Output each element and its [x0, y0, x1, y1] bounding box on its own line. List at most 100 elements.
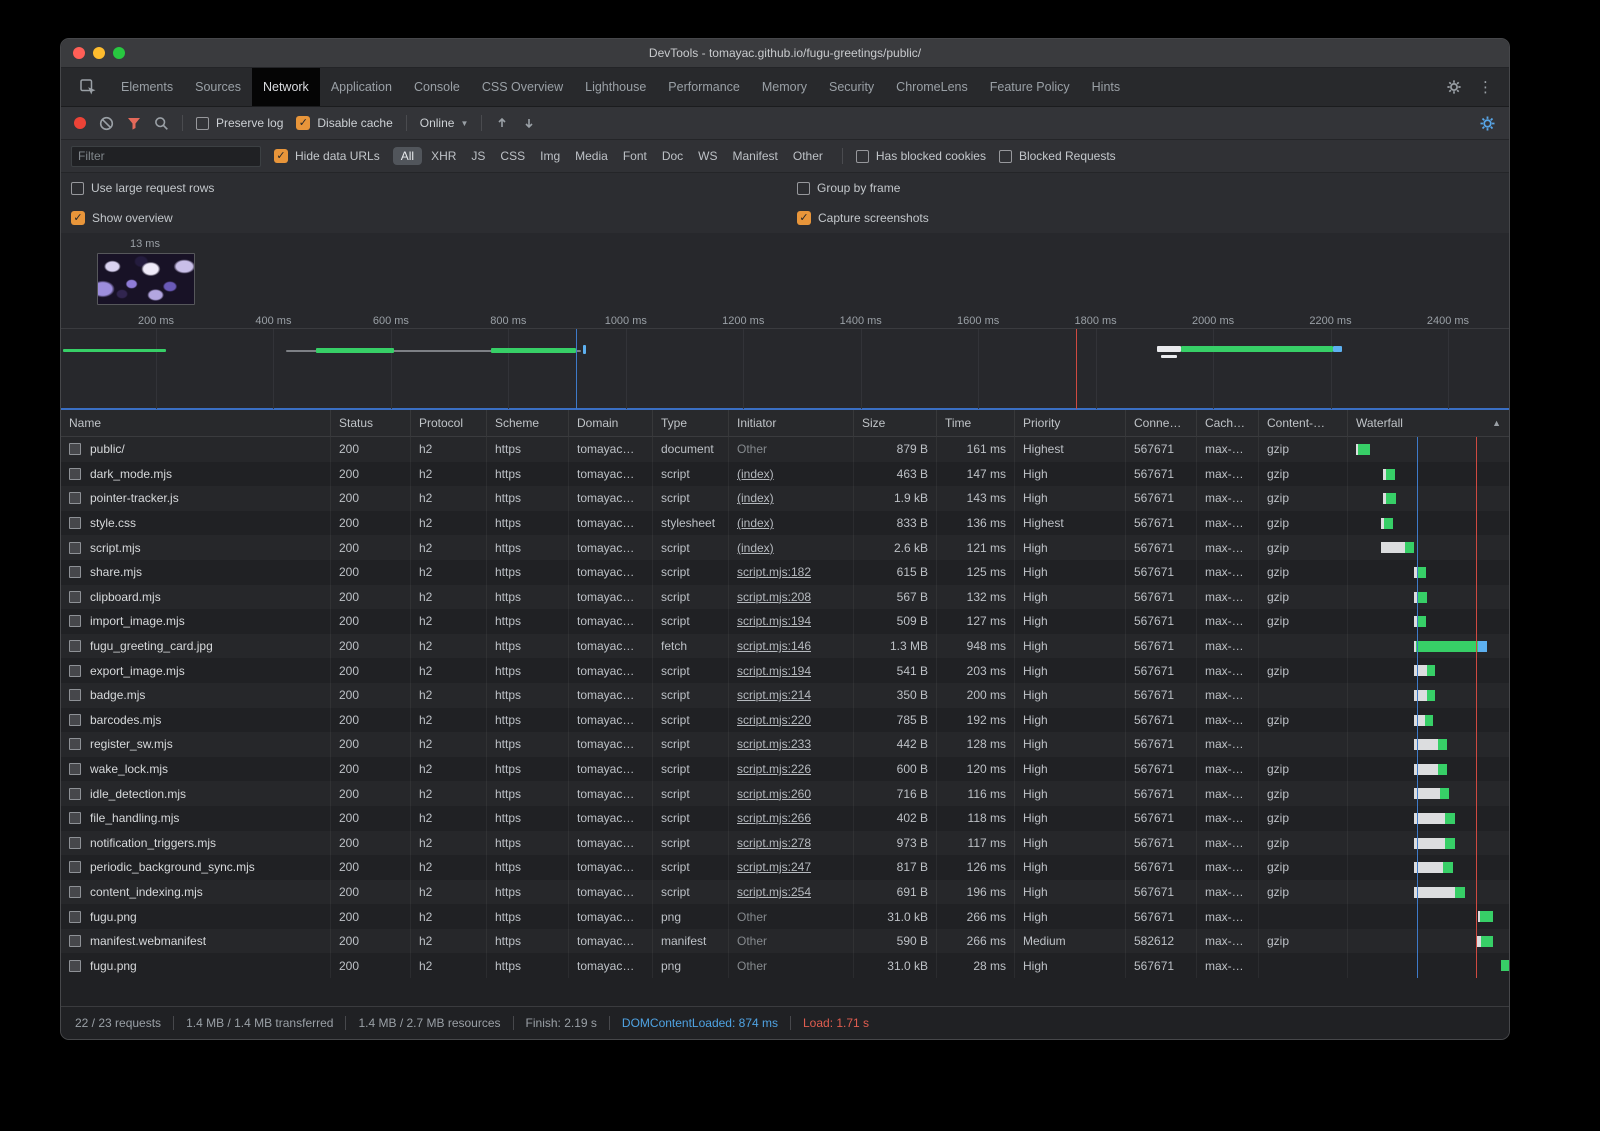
tab-hints[interactable]: Hints [1081, 68, 1131, 106]
tab-performance[interactable]: Performance [657, 68, 751, 106]
column-header-wf[interactable]: Waterfall▲ [1348, 410, 1509, 437]
table-row[interactable]: barcodes.mjs200h2httpstomayac…scriptscri… [61, 708, 1509, 733]
table-row[interactable]: notification_triggers.mjs200h2httpstomay… [61, 831, 1509, 856]
initiator-link[interactable]: script.mjs:247 [737, 860, 811, 874]
table-row[interactable]: badge.mjs200h2httpstomayac…scriptscript.… [61, 683, 1509, 708]
table-row[interactable]: export_image.mjs200h2httpstomayac…script… [61, 658, 1509, 683]
type-filter-js[interactable]: JS [465, 147, 491, 165]
filter-toggle-icon[interactable] [127, 117, 141, 130]
timeline-overview[interactable]: 200 ms400 ms600 ms800 ms1000 ms1200 ms14… [61, 311, 1509, 408]
table-row[interactable]: import_image.mjs200h2httpstomayac…script… [61, 609, 1509, 634]
column-header-scheme[interactable]: Scheme [487, 410, 569, 437]
tab-elements[interactable]: Elements [110, 68, 184, 106]
column-header-domain[interactable]: Domain [569, 410, 653, 437]
timeline-band[interactable] [61, 328, 1509, 409]
tab-application[interactable]: Application [320, 68, 403, 106]
type-filter-css[interactable]: CSS [494, 147, 531, 165]
table-row[interactable]: dark_mode.mjs200h2httpstomayac…script(in… [61, 462, 1509, 487]
has-blocked-cookies-checkbox[interactable]: Has blocked cookies [856, 149, 986, 163]
initiator-link[interactable]: script.mjs:278 [737, 836, 811, 850]
column-header-conn[interactable]: Conne… [1126, 410, 1197, 437]
column-header-prio[interactable]: Priority [1015, 410, 1126, 437]
initiator-link[interactable]: (index) [737, 541, 774, 555]
table-row[interactable]: wake_lock.mjs200h2httpstomayac…scriptscr… [61, 757, 1509, 782]
type-filter-doc[interactable]: Doc [656, 147, 689, 165]
initiator-link[interactable]: (index) [737, 491, 774, 505]
type-filter-manifest[interactable]: Manifest [727, 147, 784, 165]
type-filter-font[interactable]: Font [617, 147, 653, 165]
table-row[interactable]: script.mjs200h2httpstomayac…script(index… [61, 535, 1509, 560]
initiator-link[interactable]: script.mjs:226 [737, 762, 811, 776]
initiator-link[interactable]: script.mjs:254 [737, 885, 811, 899]
search-icon[interactable] [154, 116, 169, 131]
network-settings-gear-icon[interactable] [1479, 115, 1496, 132]
initiator-link[interactable]: script.mjs:182 [737, 565, 811, 579]
hide-data-urls-checkbox[interactable]: ✓ Hide data URLs [274, 149, 380, 163]
initiator-link[interactable]: script.mjs:194 [737, 664, 811, 678]
initiator-link[interactable]: (index) [737, 467, 774, 481]
disable-cache-checkbox[interactable]: ✓ Disable cache [296, 116, 392, 130]
initiator-link[interactable]: script.mjs:146 [737, 639, 811, 653]
record-network-log-button[interactable] [74, 117, 86, 129]
import-har-icon[interactable] [495, 116, 509, 130]
show-overview-checkbox[interactable]: ✓ Show overview [71, 211, 797, 225]
table-row[interactable]: public/200h2httpstomayac…documentOther87… [61, 437, 1509, 462]
minimize-window-button[interactable] [93, 47, 105, 59]
table-row[interactable]: fugu.png200h2httpstomayac…pngOther31.0 k… [61, 904, 1509, 929]
initiator-link[interactable]: script.mjs:266 [737, 811, 811, 825]
table-row[interactable]: clipboard.mjs200h2httpstomayac…scriptscr… [61, 585, 1509, 610]
column-header-size[interactable]: Size [854, 410, 937, 437]
tab-css-overview[interactable]: CSS Overview [471, 68, 574, 106]
tab-feature-policy[interactable]: Feature Policy [979, 68, 1081, 106]
initiator-link[interactable]: script.mjs:220 [737, 713, 811, 727]
table-row[interactable]: periodic_background_sync.mjs200h2httpsto… [61, 855, 1509, 880]
type-filter-media[interactable]: Media [569, 147, 614, 165]
preserve-log-checkbox[interactable]: Preserve log [196, 116, 283, 130]
sort-ascending-icon[interactable]: ▲ [1492, 418, 1501, 428]
more-options-icon[interactable]: ⋮ [1478, 78, 1493, 96]
table-row[interactable]: manifest.webmanifest200h2httpstomayac…ma… [61, 929, 1509, 954]
table-row[interactable]: style.css200h2httpstomayac…stylesheet(in… [61, 511, 1509, 536]
table-row[interactable]: file_handling.mjs200h2httpstomayac…scrip… [61, 806, 1509, 831]
throttling-select[interactable]: Online ▼ [420, 116, 469, 130]
type-filter-ws[interactable]: WS [692, 147, 723, 165]
table-row[interactable]: fugu.png200h2httpstomayac…pngOther31.0 k… [61, 953, 1509, 978]
screenshot-thumbnail[interactable] [97, 253, 195, 305]
column-header-type[interactable]: Type [653, 410, 729, 437]
export-har-icon[interactable] [522, 116, 536, 130]
column-header-content[interactable]: Content-… [1259, 410, 1348, 437]
group-by-frame-checkbox[interactable]: Group by frame [797, 181, 1509, 195]
tab-memory[interactable]: Memory [751, 68, 818, 106]
tab-chromelens[interactable]: ChromeLens [885, 68, 979, 106]
initiator-link[interactable]: script.mjs:260 [737, 787, 811, 801]
column-header-name[interactable]: Name [61, 410, 331, 437]
column-header-cache[interactable]: Cach… [1197, 410, 1259, 437]
column-header-status[interactable]: Status [331, 410, 411, 437]
table-row[interactable]: share.mjs200h2httpstomayac…scriptscript.… [61, 560, 1509, 585]
tab-lighthouse[interactable]: Lighthouse [574, 68, 657, 106]
table-row[interactable]: content_indexing.mjs200h2httpstomayac…sc… [61, 880, 1509, 905]
initiator-link[interactable]: script.mjs:214 [737, 688, 811, 702]
capture-screenshots-checkbox[interactable]: ✓ Capture screenshots [797, 211, 1509, 225]
table-row[interactable]: fugu_greeting_card.jpg200h2httpstomayac…… [61, 634, 1509, 659]
zoom-window-button[interactable] [113, 47, 125, 59]
tab-security[interactable]: Security [818, 68, 885, 106]
settings-gear-icon[interactable] [1446, 79, 1462, 95]
column-header-time[interactable]: Time [937, 410, 1015, 437]
table-row[interactable]: idle_detection.mjs200h2httpstomayac…scri… [61, 781, 1509, 806]
initiator-link[interactable]: script.mjs:233 [737, 737, 811, 751]
use-large-request-rows-checkbox[interactable]: Use large request rows [71, 181, 797, 195]
initiator-link[interactable]: script.mjs:194 [737, 614, 811, 628]
tab-network[interactable]: Network [252, 68, 320, 106]
tab-console[interactable]: Console [403, 68, 471, 106]
table-row[interactable]: register_sw.mjs200h2httpstomayac…scripts… [61, 732, 1509, 757]
type-filter-img[interactable]: Img [534, 147, 566, 165]
initiator-link[interactable]: script.mjs:208 [737, 590, 811, 604]
type-filter-xhr[interactable]: XHR [425, 147, 462, 165]
tab-sources[interactable]: Sources [184, 68, 252, 106]
type-filter-other[interactable]: Other [787, 147, 829, 165]
close-window-button[interactable] [73, 47, 85, 59]
inspect-element-icon[interactable] [71, 79, 106, 95]
clear-network-log-icon[interactable] [99, 116, 114, 131]
column-header-proto[interactable]: Protocol [411, 410, 487, 437]
